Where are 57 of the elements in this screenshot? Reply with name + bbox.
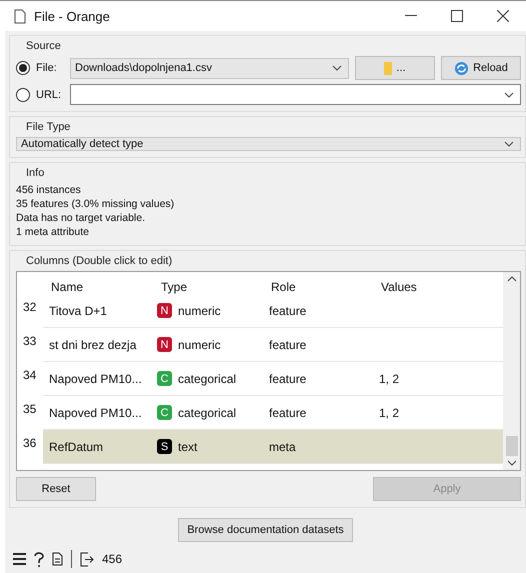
type-badge: C [157, 371, 172, 386]
maximize-icon [451, 10, 463, 22]
type-text: numeric [178, 304, 221, 318]
reload-button[interactable]: Reload [441, 56, 521, 80]
chevron-down-icon [504, 141, 514, 147]
type-text: categorical [178, 372, 236, 386]
scroll-bar[interactable] [503, 272, 520, 470]
type-text: categorical [178, 406, 236, 420]
output-icon[interactable] [80, 552, 94, 566]
row-number: 35 [22, 401, 38, 418]
info-text: 456 instances [16, 184, 81, 196]
document-icon [14, 8, 26, 24]
reload-icon [454, 60, 470, 76]
column-header[interactable]: Role [263, 272, 373, 294]
row-number: 36 [22, 435, 38, 452]
group-title: Source [25, 40, 62, 52]
radio-button[interactable] [16, 88, 30, 102]
folder-icon [384, 62, 392, 74]
browse-button[interactable]: ... [355, 56, 435, 80]
row-number: 33 [22, 333, 38, 350]
group-title: Info [25, 167, 46, 179]
info-text: 1 meta attribute [16, 226, 89, 238]
values-cell[interactable] [373, 430, 503, 464]
output-count: 456 [102, 552, 122, 566]
file-combo-box[interactable]: Downloads\dopolnjena1.csv [70, 58, 349, 78]
close-icon [497, 10, 509, 22]
radio-label: File: [36, 62, 58, 74]
radio-button[interactable] [16, 61, 30, 75]
url-combo-box[interactable] [70, 84, 521, 105]
type-badge: S [157, 439, 172, 454]
type-badge: N [157, 303, 172, 318]
info-text: Data has no target variable. [16, 212, 145, 224]
radio-label: URL: [36, 88, 62, 100]
row-number: 34 [22, 367, 38, 384]
file-type-combo-box[interactable]: Automatically detect type [16, 137, 521, 151]
group-title: File Type [25, 121, 72, 133]
name-cell[interactable]: RefDatum [43, 430, 153, 464]
type-text: text [178, 440, 198, 454]
type-text: numeric [178, 338, 221, 352]
role-cell[interactable]: meta [263, 430, 373, 464]
help-icon[interactable] [34, 552, 44, 566]
column-header[interactable]: Type [153, 272, 263, 294]
window-title: File - Orange [34, 8, 111, 24]
document-icon[interactable] [52, 552, 63, 566]
group-title: Columns (Double click to edit) [25, 255, 174, 267]
minimize-icon [405, 15, 417, 17]
chevron-down-icon [332, 65, 342, 71]
column-header[interactable]: Values [373, 272, 503, 294]
row-number: 32 [22, 299, 38, 316]
menu-icon[interactable] [13, 553, 26, 565]
type-badge: N [157, 337, 172, 352]
info-text: 35 features (3.0% missing values) [16, 198, 174, 210]
browse-documentation-button[interactable]: Browse documentation datasets [178, 518, 353, 542]
reset-button[interactable]: Reset [16, 477, 96, 501]
chevron-down-icon [504, 92, 514, 98]
column-header[interactable]: Name [43, 272, 153, 294]
type-badge: C [157, 405, 172, 420]
